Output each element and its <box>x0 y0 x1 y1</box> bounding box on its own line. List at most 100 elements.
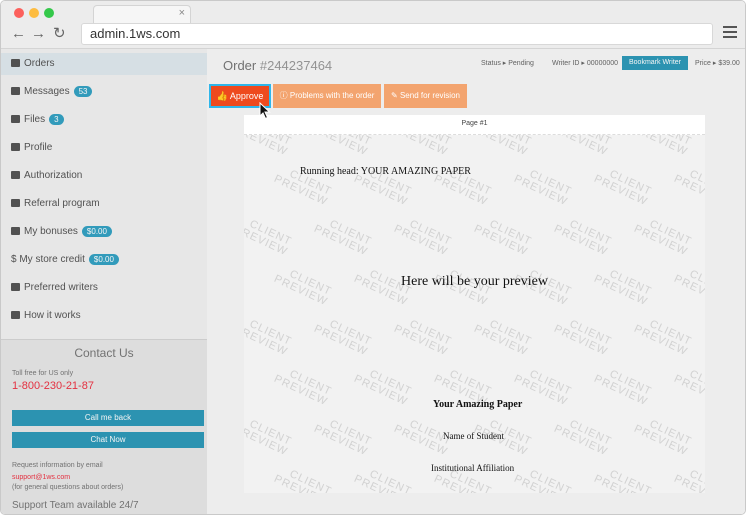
sidebar-item-how-it-works[interactable]: How it works <box>11 307 81 325</box>
store-credit-badge: $0.00 <box>88 253 119 265</box>
problems-label: Problems with the order <box>289 91 375 100</box>
watermark-tile: CLIENTPREVIEW <box>632 135 693 159</box>
watermark-tile: CLIENTPREVIEW <box>512 167 574 209</box>
watermark-tile: CLIENTPREVIEW <box>244 417 294 459</box>
address-bar[interactable]: admin.1ws.com <box>81 23 713 45</box>
request-info-text: Request information by email <box>12 462 103 469</box>
sidebar-item-store-credit[interactable]: $ My store credit $0.00 <box>11 251 119 269</box>
watermark-tile: CLIENTPREVIEW <box>244 217 294 259</box>
hamburger-menu-icon[interactable] <box>723 26 737 40</box>
sidebar-item-label: Referral program <box>24 198 100 209</box>
sidebar-item-profile[interactable]: Profile <box>11 139 52 157</box>
page-number-header: Page #1 <box>244 115 705 135</box>
browser-titlebar: × ← → ↻ admin.1ws.com <box>1 1 745 49</box>
files-count-badge: 3 <box>49 113 64 125</box>
watermark-tile: CLIENTPREVIEW <box>392 217 454 259</box>
watermark-tile: CLIENTPREVIEW <box>512 467 574 493</box>
watermark-tile: CLIENTPREVIEW <box>352 467 414 493</box>
gift-icon <box>11 199 20 208</box>
watermark-tile: CLIENTPREVIEW <box>592 467 654 493</box>
maximize-window-button[interactable] <box>44 8 54 18</box>
tab-close-icon[interactable]: × <box>179 7 185 19</box>
star-icon <box>11 283 20 292</box>
watermark-tile: CLIENTPREVIEW <box>312 217 374 259</box>
list-icon <box>11 59 20 68</box>
sidebar-item-messages[interactable]: Messages 53 <box>11 83 93 101</box>
watermark-tile: CLIENTPREVIEW <box>244 317 294 359</box>
back-icon[interactable]: ← <box>11 25 26 43</box>
sidebar-item-files[interactable]: Files 3 <box>11 111 64 129</box>
bonuses-badge: $0.00 <box>81 225 112 237</box>
sidebar-item-bonuses[interactable]: My bonuses $0.00 <box>11 223 112 241</box>
sidebar: Orders Messages 53 Files 3 Profile Authori… <box>1 49 207 514</box>
sidebar-item-orders[interactable]: Orders <box>11 55 55 73</box>
watermark-tile: CLIENTPREVIEW <box>552 217 614 259</box>
sidebar-item-label: Files <box>24 114 46 125</box>
phone-number[interactable]: 1-800-230-21-87 <box>12 380 94 392</box>
sidebar-item-label: My bonuses <box>24 226 78 237</box>
watermark-tile: CLIENTPREVIEW <box>352 367 414 409</box>
contact-panel: Contact Us Toll free for US only 1-800-2… <box>1 339 207 514</box>
watermark-tile: CLIENTPREVIEW <box>392 135 453 159</box>
order-number: #244237464 <box>259 58 333 73</box>
watermark-tile: CLIENTPREVIEW <box>312 317 374 359</box>
forward-icon[interactable]: → <box>31 25 46 43</box>
watermark-tile: CLIENTPREVIEW <box>312 135 373 159</box>
support-email-link[interactable]: support@1ws.com <box>12 474 70 481</box>
question-icon <box>11 311 20 320</box>
minimize-window-button[interactable] <box>29 8 39 18</box>
close-window-button[interactable] <box>14 8 24 18</box>
order-price: Price ▸ $39.00 <box>695 60 740 67</box>
watermark-tile: CLIENTPREVIEW <box>632 217 694 259</box>
watermark-tile: CLIENTPREVIEW <box>272 267 334 309</box>
general-questions-text: (for general questions about orders) <box>12 484 124 491</box>
watermark-tile: CLIENTPREVIEW <box>672 467 705 493</box>
wallet-icon <box>11 227 20 236</box>
bookmark-writer-button[interactable]: Bookmark Writer <box>622 56 688 70</box>
messages-count-badge: 53 <box>73 85 93 97</box>
paper-title: Your Amazing Paper <box>433 399 523 410</box>
revision-label: Send for revision <box>399 91 460 100</box>
sidebar-item-preferred-writers[interactable]: Preferred writers <box>11 279 98 297</box>
watermark-tile: CLIENTPREVIEW <box>592 367 654 409</box>
watermark-tile: CLIENTPREVIEW <box>672 367 705 409</box>
watermark-tile: CLIENTPREVIEW <box>312 417 374 459</box>
revision-button[interactable]: ✎ Send for revision <box>384 84 467 108</box>
sidebar-item-authorization[interactable]: Authorization <box>11 167 82 185</box>
watermark-tile: CLIENTPREVIEW <box>244 135 294 159</box>
mouse-cursor-icon <box>259 102 271 120</box>
envelope-icon <box>11 87 20 96</box>
watermark-tile: CLIENTPREVIEW <box>472 317 534 359</box>
sidebar-item-label: $ My store credit <box>11 254 85 265</box>
running-head: Running head: YOUR AMAZING PAPER <box>300 166 471 177</box>
watermark-tile: CLIENTPREVIEW <box>552 417 614 459</box>
watermark-tile: CLIENTPREVIEW <box>592 167 654 209</box>
sidebar-item-label: How it works <box>24 310 81 321</box>
watermark-tile: CLIENTPREVIEW <box>272 367 334 409</box>
sidebar-item-referral[interactable]: Referral program <box>11 195 100 213</box>
chat-now-button[interactable]: Chat Now <box>12 432 204 448</box>
watermark-tile: CLIENTPREVIEW <box>472 135 533 159</box>
reload-icon[interactable]: ↻ <box>53 25 66 43</box>
file-icon <box>11 115 20 124</box>
call-back-button[interactable]: Call me back <box>12 410 204 426</box>
watermark-tile: CLIENTPREVIEW <box>672 167 705 209</box>
lock-icon <box>11 171 20 180</box>
watermark-tile: CLIENTPREVIEW <box>392 317 454 359</box>
user-icon <box>11 143 20 152</box>
writer-id: Writer ID ▸ 00000000 <box>552 60 619 67</box>
watermark-tile: CLIENTPREVIEW <box>592 267 654 309</box>
edit-icon: ✎ <box>391 91 398 100</box>
thumbs-up-icon: 👍 <box>216 91 228 101</box>
problems-button[interactable]: ⓘ Problems with the order <box>273 84 381 108</box>
approve-label: Approve <box>229 91 264 101</box>
sidebar-item-label: Profile <box>24 142 53 153</box>
browser-tab[interactable]: × <box>93 5 191 23</box>
student-name: Name of Student <box>443 431 504 441</box>
watermark-tile: CLIENTPREVIEW <box>552 135 613 159</box>
browser-window: × ← → ↻ admin.1ws.com Orders Messages 53 … <box>0 0 746 515</box>
watermark-tile: CLIENTPREVIEW <box>672 267 705 309</box>
order-label: Order <box>223 58 257 73</box>
watermark-tile: CLIENTPREVIEW <box>632 417 694 459</box>
watermark-tile: CLIENTPREVIEW <box>632 317 694 359</box>
